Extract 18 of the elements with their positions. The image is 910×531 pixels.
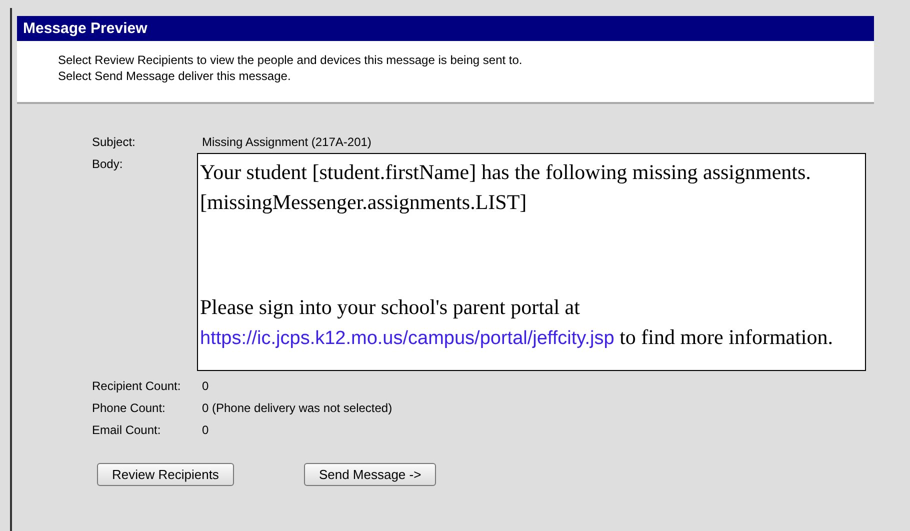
- instruction-text: Select Review Recipients to view the people and devices this message is being sent to.: [58, 52, 524, 68]
- body-label: Body:: [92, 157, 124, 173]
- body-text: Your student [student.firstName] has the following missing assignments.: [200, 159, 812, 186]
- subject-value: Missing Assignment (217A-201): [202, 135, 372, 149]
- portal-link[interactable]: https://ic.jcps.k12.mo.us/campus/portal/jeffcity.jsp: [200, 328, 614, 349]
- count-value: 0: [202, 379, 210, 393]
- count-label: Email Count:: [92, 423, 162, 437]
- panel-title: Message Preview: [17, 16, 874, 41]
- count-label: Recipient Count:: [92, 379, 182, 393]
- body-text: Please sign into your school's parent portal at https://ic.jcps.k12.mo.us/campus/portal/jeffcity.jsp to find more information.: [200, 294, 834, 351]
- body-text: [missingMessenger.assignments.LIST]: [200, 189, 528, 216]
- instruction-text: Select Send Message deliver this message.: [58, 68, 292, 84]
- send-message-button[interactable]: Send Message ->: [304, 463, 436, 486]
- count-value: 0: [202, 423, 210, 437]
- count-label: Phone Count:: [92, 401, 166, 415]
- count-value: 0 (Phone delivery was not selected): [202, 401, 394, 415]
- review-recipients-button[interactable]: Review Recipients: [97, 463, 234, 486]
- subject-label: Subject:: [92, 135, 136, 149]
